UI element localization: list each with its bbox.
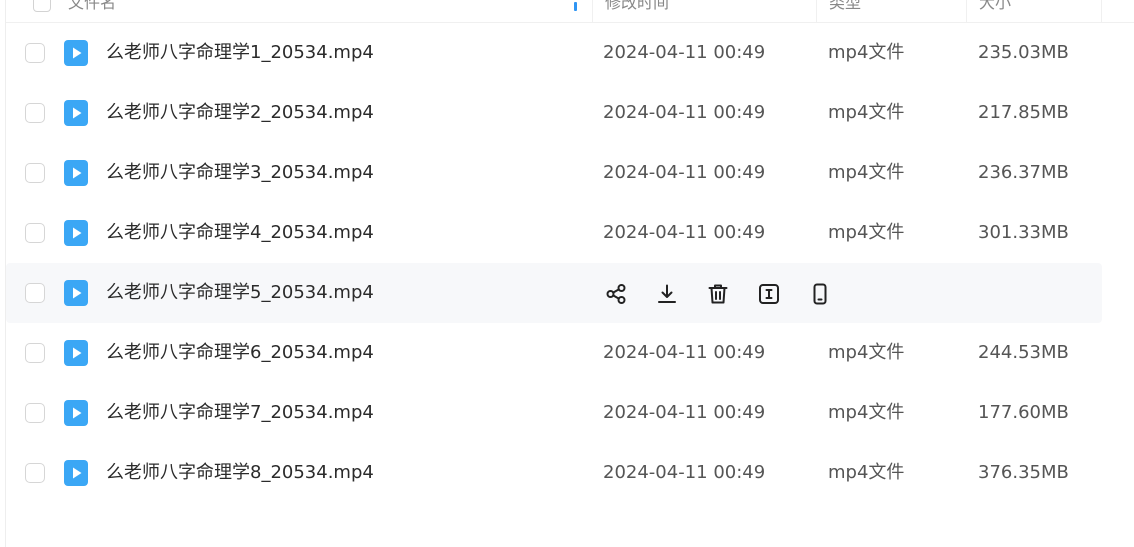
column-header-size[interactable]: 大小 <box>967 0 1102 22</box>
file-size: 376.35MB <box>978 462 1069 483</box>
table-row-hovered[interactable]: 么老师八字命理学5_20534.mp4 <box>6 263 1102 323</box>
select-all-checkbox[interactable] <box>33 0 51 12</box>
table-row[interactable]: 么老师八字命理学8_20534.mp4 2024-04-11 00:49 mp4… <box>6 443 1102 503</box>
file-type: mp4文件 <box>828 42 905 63</box>
file-modified-time: 2024-04-11 00:49 <box>603 462 766 483</box>
file-size: 177.60MB <box>978 402 1069 423</box>
file-modified-time: 2024-04-11 00:49 <box>603 102 766 123</box>
delete-icon[interactable] <box>706 282 730 306</box>
row-checkbox[interactable] <box>25 43 45 63</box>
file-name-link[interactable]: 么老师八字命理学5_20534.mp4 <box>106 282 374 304</box>
row-checkbox[interactable] <box>25 223 45 243</box>
file-list-header: 文件名 修改时间 类型 大小 <box>6 0 1134 23</box>
file-type: mp4文件 <box>828 342 905 363</box>
column-header-time-label: 修改时间 <box>605 0 670 12</box>
column-header-time[interactable]: 修改时间 <box>592 0 817 22</box>
video-file-icon <box>64 160 88 186</box>
table-row[interactable]: 么老师八字命理学3_20534.mp4 2024-04-11 00:49 mp4… <box>6 143 1102 203</box>
column-header-size-label: 大小 <box>979 0 1012 12</box>
video-file-icon <box>64 340 88 366</box>
file-type: mp4文件 <box>828 102 905 123</box>
file-name-link[interactable]: 么老师八字命理学7_20534.mp4 <box>106 402 374 424</box>
column-header-type-label: 类型 <box>829 0 862 12</box>
file-list-panel: 文件名 修改时间 类型 大小 么老师八字命理学1_20534.mp4 2024-… <box>5 0 1134 547</box>
table-row[interactable]: 么老师八字命理学7_20534.mp4 2024-04-11 00:49 mp4… <box>6 383 1102 443</box>
download-icon[interactable] <box>655 282 679 306</box>
table-row[interactable]: 么老师八字命理学2_20534.mp4 2024-04-11 00:49 mp4… <box>6 83 1102 143</box>
file-size: 217.85MB <box>978 102 1069 123</box>
file-type: mp4文件 <box>828 402 905 423</box>
file-modified-time: 2024-04-11 00:49 <box>603 222 766 243</box>
file-name-link[interactable]: 么老师八字命理学3_20534.mp4 <box>106 162 374 184</box>
video-file-icon <box>64 40 88 66</box>
file-modified-time: 2024-04-11 00:49 <box>603 402 766 423</box>
file-type: mp4文件 <box>828 222 905 243</box>
file-size: 244.53MB <box>978 342 1069 363</box>
column-header-type[interactable]: 类型 <box>817 0 967 22</box>
file-modified-time: 2024-04-11 00:49 <box>603 42 766 63</box>
sort-indicator-icon[interactable] <box>574 2 577 11</box>
video-file-icon <box>64 280 88 306</box>
mobile-icon[interactable] <box>808 282 832 306</box>
file-size: 235.03MB <box>978 42 1069 63</box>
table-row[interactable]: 么老师八字命理学1_20534.mp4 2024-04-11 00:49 mp4… <box>6 23 1102 83</box>
file-name-link[interactable]: 么老师八字命理学1_20534.mp4 <box>106 42 374 64</box>
table-row[interactable]: 么老师八字命理学6_20534.mp4 2024-04-11 00:49 mp4… <box>6 323 1102 383</box>
file-name-link[interactable]: 么老师八字命理学2_20534.mp4 <box>106 102 374 124</box>
row-checkbox[interactable] <box>25 103 45 123</box>
video-file-icon <box>64 100 88 126</box>
video-file-icon <box>64 400 88 426</box>
file-size: 301.33MB <box>978 222 1069 243</box>
file-name-link[interactable]: 么老师八字命理学6_20534.mp4 <box>106 342 374 364</box>
file-name-link[interactable]: 么老师八字命理学8_20534.mp4 <box>106 462 374 484</box>
rename-icon[interactable] <box>757 282 781 306</box>
column-header-name-label: 文件名 <box>68 0 117 12</box>
row-checkbox[interactable] <box>25 283 45 303</box>
file-type: mp4文件 <box>828 462 905 483</box>
row-checkbox[interactable] <box>25 163 45 183</box>
file-rows: 么老师八字命理学1_20534.mp4 2024-04-11 00:49 mp4… <box>6 23 1102 503</box>
file-modified-time: 2024-04-11 00:49 <box>603 342 766 363</box>
table-row[interactable]: 么老师八字命理学4_20534.mp4 2024-04-11 00:49 mp4… <box>6 203 1102 263</box>
row-checkbox[interactable] <box>25 403 45 423</box>
file-size: 236.37MB <box>978 162 1069 183</box>
file-type: mp4文件 <box>828 162 905 183</box>
video-file-icon <box>64 220 88 246</box>
row-checkbox[interactable] <box>25 343 45 363</box>
video-file-icon <box>64 460 88 486</box>
share-icon[interactable] <box>604 282 628 306</box>
file-modified-time: 2024-04-11 00:49 <box>603 162 766 183</box>
file-name-link[interactable]: 么老师八字命理学4_20534.mp4 <box>106 222 374 244</box>
row-checkbox[interactable] <box>25 463 45 483</box>
column-header-name[interactable]: 文件名 <box>56 0 592 22</box>
